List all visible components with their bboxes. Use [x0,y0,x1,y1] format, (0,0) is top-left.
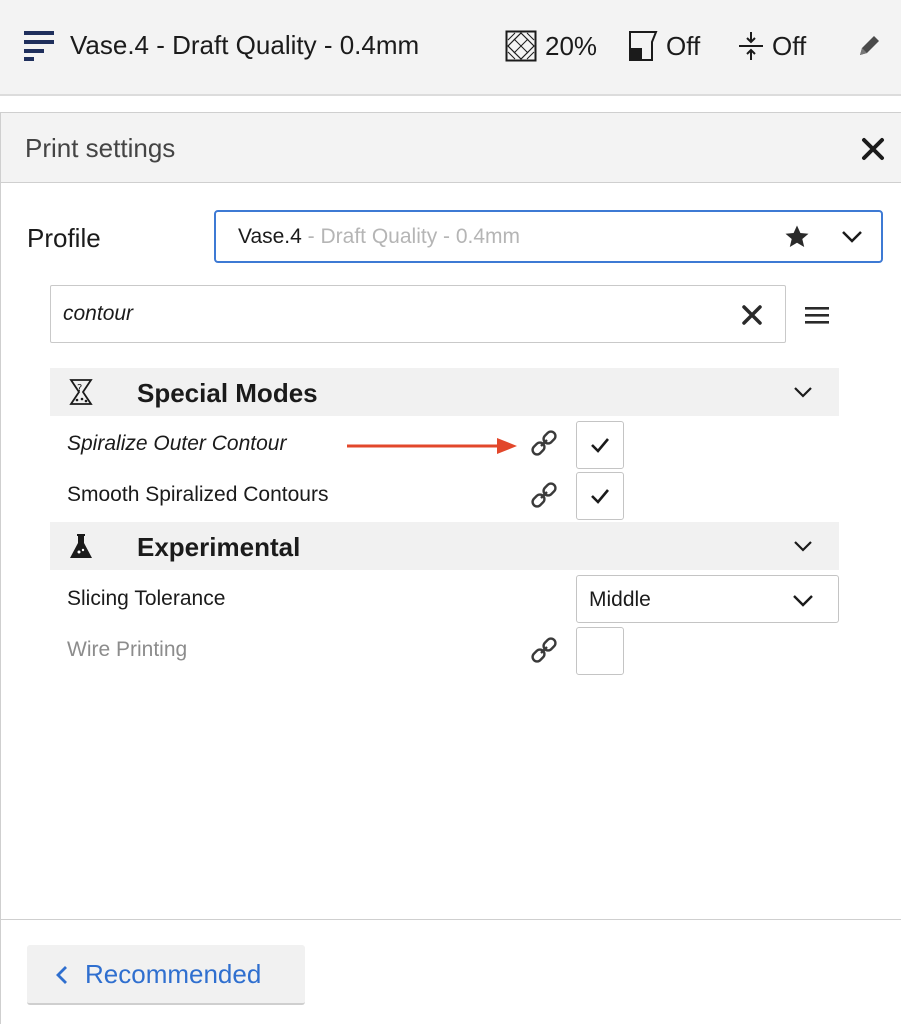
setting-smooth-spiralized-contours: Smooth Spiralized Contours [67,483,329,506]
wire-printing-checkbox[interactable] [576,627,624,675]
smooth-spiralized-contours-checkbox[interactable] [576,472,624,520]
footer-divider [1,919,901,920]
category-label: Special Modes [137,378,318,408]
category-experimental[interactable]: Experimental [50,522,839,570]
adhesion-value: Off [772,30,807,61]
support-value: Off [666,30,701,61]
support-indicator[interactable]: Off [628,30,700,62]
svg-text:?: ? [77,383,82,394]
header-profile-title[interactable]: Vase.4 - Draft Quality - 0.4mm [70,30,419,61]
infill-icon [505,30,537,62]
recommended-label: Recommended [85,959,262,989]
annotation-arrow-icon [347,438,517,454]
category-label: Experimental [137,532,301,562]
profile-quality: - Draft Quality - 0.4mm [301,225,521,248]
chevron-down-icon [794,387,812,398]
print-profile-icon [24,31,54,61]
chevron-down-icon [794,541,812,552]
close-icon[interactable] [859,135,887,163]
spiralize-outer-contour-checkbox[interactable] [576,421,624,469]
menu-icon[interactable] [805,305,829,325]
top-header-bar[interactable]: Vase.4 - Draft Quality - 0.4mm 20% Off O… [0,0,901,96]
flask-icon [70,534,92,558]
category-special-modes[interactable]: ? Special Modes [50,368,839,416]
special-modes-icon: ? [69,379,93,405]
clear-search-icon[interactable] [741,304,763,326]
pencil-icon[interactable] [856,33,882,59]
support-icon [629,31,658,61]
profile-label: Profile [27,223,101,253]
panel-title: Print settings [25,133,176,163]
settings-search-box [50,285,786,343]
setting-slicing-tolerance: Slicing Tolerance [67,587,226,610]
slicing-tolerance-value: Middle [589,588,651,611]
adhesion-icon [739,32,763,60]
setting-wire-printing: Wire Printing [67,638,188,661]
profile-name: Vase.4 [238,225,302,248]
link-icon[interactable] [531,637,557,663]
chevron-down-icon[interactable] [840,227,864,247]
link-icon[interactable] [531,482,557,508]
infill-value: 20% [545,30,598,61]
chevron-down-icon [793,595,813,607]
settings-search-input[interactable] [63,298,703,330]
profile-select-value: Vase.4 - Draft Quality - 0.4mm [238,225,520,249]
star-icon[interactable] [784,224,810,250]
panel-header: Print settings [1,113,901,183]
print-settings-panel: Print settings Profile Vase.4 - Draft Qu… [0,112,901,1024]
checkmark-icon [591,489,609,504]
recommended-button[interactable]: Recommended [27,945,305,1005]
checkmark-icon [591,438,609,453]
chevron-left-icon [56,966,67,984]
setting-spiralize-outer-contour: Spiralize Outer Contour [67,432,287,455]
profile-select[interactable]: Vase.4 - Draft Quality - 0.4mm [214,210,883,263]
link-icon[interactable] [531,430,557,456]
slicing-tolerance-select[interactable]: Middle [576,575,839,623]
infill-indicator[interactable]: 20% [505,30,597,62]
adhesion-indicator[interactable]: Off [738,30,806,62]
